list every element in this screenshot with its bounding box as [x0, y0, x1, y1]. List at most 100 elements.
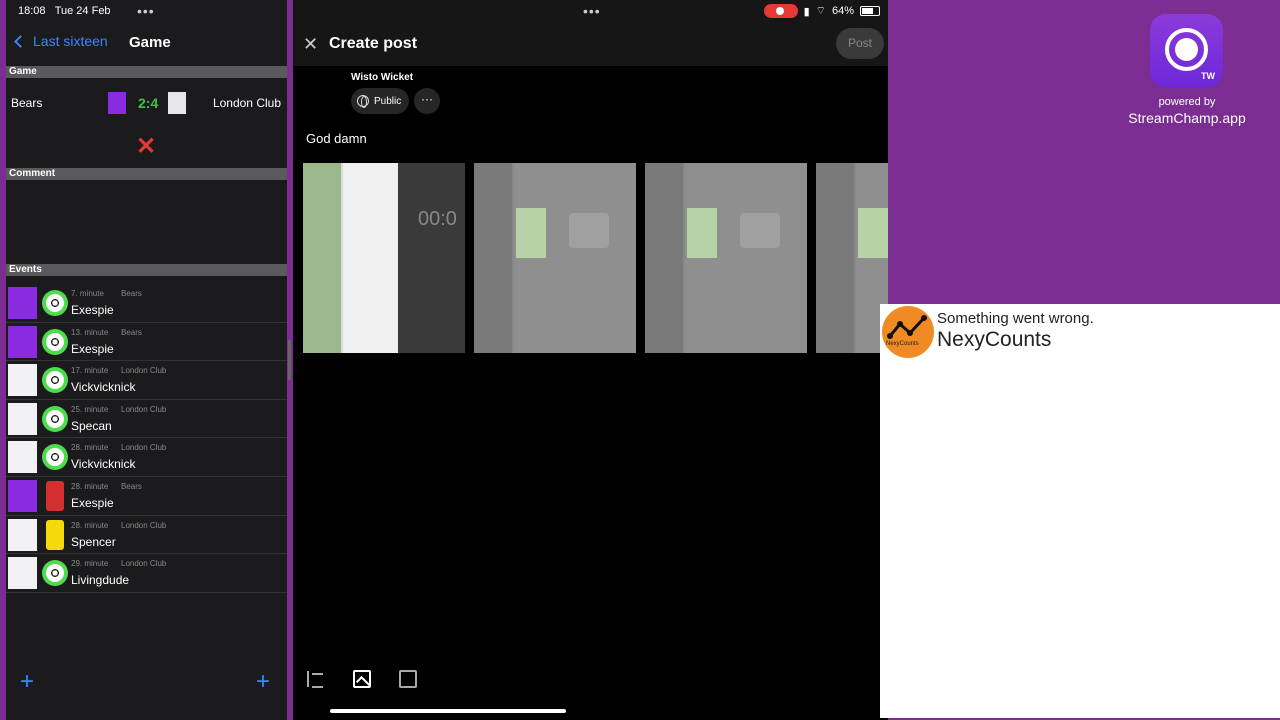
- team-color-swatch: [8, 518, 37, 551]
- event-minute: 28. minute: [71, 443, 109, 453]
- event-team: Bears: [121, 289, 142, 298]
- privacy-selector[interactable]: Public: [351, 88, 409, 114]
- avatar: [305, 70, 345, 110]
- signal-icon: ▮: [803, 5, 810, 18]
- scoreboard-app: 18:08 Tue 24 Feb ••• Last sixteen Game G…: [6, 0, 287, 720]
- create-post-title: Create post: [329, 35, 418, 52]
- soccer-ball-icon: [42, 404, 68, 434]
- event-player: Spencer: [71, 534, 116, 549]
- soccer-ball-icon: [42, 365, 68, 395]
- battery-icon: [860, 6, 880, 16]
- event-team: London Club: [121, 404, 167, 414]
- soccer-ball-icon: [42, 288, 68, 318]
- event-row[interactable]: 13. minute Bears Exespie: [6, 323, 287, 362]
- event-team: Bears: [121, 481, 142, 491]
- nexycounts-widget: NexyCounts Something went wrong. NexyCou…: [880, 304, 1280, 718]
- create-post-app: ••• ▮ ⌔ 64% ✕ Create post Post Wisto Wic…: [293, 0, 888, 720]
- post-header: ••• ▮ ⌔ 64% ✕ Create post Post: [293, 0, 888, 66]
- delete-x-icon[interactable]: ✕: [136, 135, 156, 159]
- event-player: Exespie: [71, 495, 114, 510]
- wifi-icon: ⌔: [815, 5, 826, 17]
- event-row[interactable]: 28. minute London Club Spencer: [6, 516, 287, 555]
- event-row[interactable]: 28. minute London Club Vickvicknick: [6, 438, 287, 477]
- post-toolbar: [307, 670, 417, 688]
- yellow-card-icon: [42, 519, 68, 550]
- author-name: Wisto Wicket: [351, 72, 414, 83]
- record-icon: [1165, 28, 1208, 71]
- team-color-swatch: [8, 402, 37, 435]
- team-color-swatch: [8, 364, 37, 397]
- text-format-icon[interactable]: [307, 670, 325, 688]
- add-right-button[interactable]: +: [256, 668, 270, 696]
- recording-icon: [763, 4, 798, 18]
- chevron-left-icon: [14, 34, 27, 48]
- event-player: Vickvicknick: [71, 380, 136, 395]
- score: 2:4: [138, 95, 159, 111]
- media-thumbnail[interactable]: 00:0: [303, 163, 465, 353]
- multitask-dots-icon[interactable]: •••: [137, 3, 155, 19]
- status-indicators: ▮ ⌔ 64%: [763, 4, 880, 18]
- logo-label: NexyCounts: [886, 341, 919, 347]
- section-header-events: Events: [6, 264, 287, 276]
- section-header-comment: Comment: [6, 168, 287, 180]
- events-list: 7. minute Bears Exespie 13. minute Bears Exes…: [6, 284, 287, 593]
- event-team: Bears: [121, 327, 142, 337]
- close-icon[interactable]: ✕: [303, 34, 318, 55]
- thumbnail-clock-text: 00:0: [418, 208, 457, 230]
- post-text-input[interactable]: God damn: [306, 131, 367, 146]
- event-player: Livingdude: [71, 573, 130, 588]
- back-button[interactable]: Last sixteen: [12, 33, 108, 49]
- nav-bar: Last sixteen Game: [6, 30, 287, 58]
- event-player: Specan: [71, 418, 112, 433]
- nexycounts-logo-icon: NexyCounts: [882, 306, 934, 358]
- event-row[interactable]: 17. minute London Club Vickvicknick: [6, 361, 287, 400]
- red-card-icon: [42, 480, 68, 511]
- split-view-divider-handle[interactable]: [288, 340, 291, 380]
- section-header-game: Game: [6, 66, 287, 78]
- battery-percent: 64%: [831, 5, 854, 17]
- event-row[interactable]: 7. minute Bears Exespie: [6, 284, 287, 323]
- tw-badge: TW: [1201, 71, 1215, 81]
- team-color-swatch: [8, 325, 37, 358]
- event-team: London Club: [121, 520, 167, 530]
- event-team: London Club: [121, 443, 167, 453]
- home-team-color: [108, 92, 126, 114]
- event-team: London Club: [121, 366, 167, 376]
- widget-name: NexyCounts: [937, 328, 1052, 351]
- soccer-ball-icon: [42, 558, 68, 588]
- away-team-color: [168, 92, 186, 114]
- more-options-button[interactable]: ···: [414, 88, 440, 114]
- post-button[interactable]: Post: [836, 28, 884, 59]
- game-row[interactable]: Bears 2:4 London Club: [6, 86, 287, 120]
- event-row[interactable]: 29. minute London Club Livingdude: [6, 554, 287, 593]
- media-thumbnail[interactable]: [474, 163, 636, 353]
- team-color-swatch: [8, 557, 37, 590]
- status-time-date: 18:08 Tue 24 Feb: [18, 5, 111, 17]
- streamchamp-brand: StreamChamp.app: [1128, 110, 1246, 126]
- team-color-swatch: [8, 441, 37, 474]
- page-title: Game: [129, 34, 171, 51]
- image-icon[interactable]: [353, 670, 371, 688]
- status-bar: 18:08 Tue 24 Feb •••: [6, 0, 287, 22]
- home-indicator[interactable]: [330, 709, 566, 713]
- add-left-button[interactable]: +: [20, 668, 34, 696]
- event-player: Vickvicknick: [71, 457, 136, 472]
- event-player: Exespie: [71, 303, 114, 317]
- event-minute: 13. minute: [71, 327, 109, 337]
- checklist-icon[interactable]: [399, 670, 417, 688]
- event-minute: 28. minute: [71, 520, 109, 530]
- globe-icon: [357, 95, 369, 108]
- event-row[interactable]: 25. minute London Club Specan: [6, 400, 287, 439]
- event-team: London Club: [121, 559, 167, 569]
- team-color-swatch: [8, 287, 37, 319]
- event-player: Exespie: [71, 341, 114, 356]
- media-thumbnail[interactable]: [645, 163, 807, 353]
- away-team: London Club: [212, 96, 281, 110]
- media-thumbnail[interactable]: [816, 163, 888, 353]
- multitask-dots-icon[interactable]: •••: [583, 3, 601, 19]
- event-minute: 28. minute: [71, 481, 109, 491]
- event-minute: 29. minute: [71, 559, 109, 569]
- home-team: Bears: [11, 96, 43, 110]
- event-row[interactable]: 28. minute Bears Exespie: [6, 477, 287, 516]
- powered-by-label: powered by: [1158, 96, 1216, 108]
